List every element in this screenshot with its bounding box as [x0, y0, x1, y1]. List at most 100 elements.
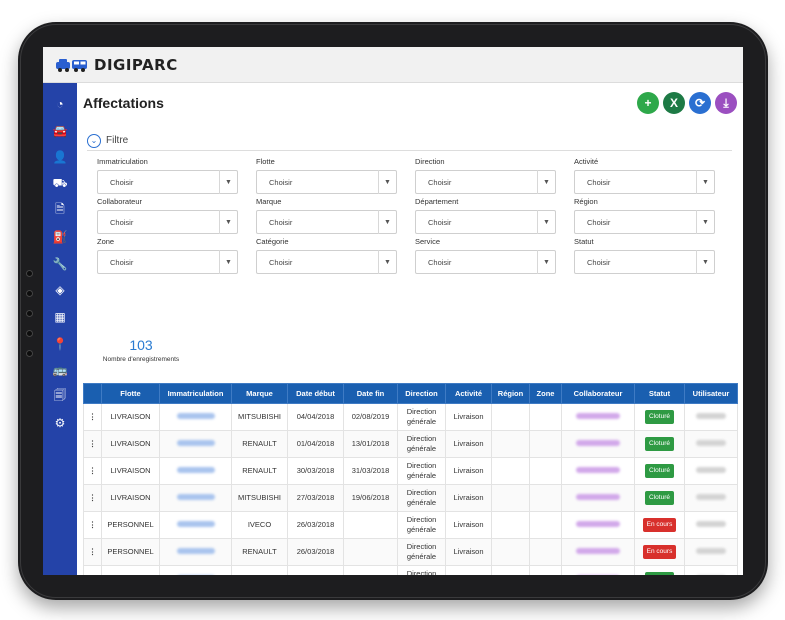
- tablet-frame: DIGIPARC ◔ 🚘 👤 ⛟ 🗎 ⛽ 🔧 ◈ ▦ 📍 🚌 🗐 ⚙ Affectations + X ⟳ ⤓…: [18, 22, 768, 600]
- kebab-menu-icon[interactable]: ⋮: [89, 574, 97, 575]
- table-row[interactable]: ⋮ LIVRAISON RENAULT 01/04/2018 13/01/2018 Dir…: [83, 430, 738, 458]
- sidebar-item-documents[interactable]: 🗐: [43, 384, 77, 411]
- column-header[interactable]: Utilisateur: [684, 383, 738, 404]
- row-menu-cell[interactable]: ⋮: [83, 457, 102, 485]
- cell-direction: Direction générale: [397, 403, 446, 431]
- column-header[interactable]: Collaborateur: [561, 383, 635, 404]
- cell-statut: En cours: [634, 538, 685, 566]
- caret-down-icon: ▼: [219, 170, 237, 194]
- row-menu-cell[interactable]: ⋮: [83, 565, 102, 575]
- cell-activite: Livraison: [445, 430, 492, 458]
- cell-flotte: LIVRAISON: [101, 430, 160, 458]
- cell-collaborateur[interactable]: [561, 484, 635, 512]
- cell-immatriculation[interactable]: [159, 511, 232, 539]
- sidebar-item-vehicle-assign[interactable]: ⛟: [43, 171, 77, 198]
- sidebar-item-car[interactable]: 🚘: [43, 118, 77, 145]
- column-header[interactable]: Date fin: [343, 383, 398, 404]
- table-row[interactable]: ⋮ LIVRAISON MITSUBISHI 27/03/2018 19/06/2018…: [83, 484, 738, 512]
- column-header[interactable]: Date début: [287, 383, 344, 404]
- cell-immatriculation[interactable]: [159, 565, 232, 575]
- cell-collaborateur[interactable]: [561, 430, 635, 458]
- cell-zone: [529, 565, 562, 575]
- sidebar-item-user[interactable]: 👤: [43, 144, 77, 171]
- filter-select-value: Choisir: [110, 217, 134, 227]
- row-menu-cell[interactable]: ⋮: [83, 484, 102, 512]
- cell-collaborateur[interactable]: [561, 538, 635, 566]
- cell-immatriculation[interactable]: [159, 538, 232, 566]
- sidebar-item-layers[interactable]: ◈: [43, 277, 77, 304]
- sidebar-item-bus[interactable]: 🚌: [43, 357, 77, 384]
- cell-utilisateur: [684, 511, 738, 539]
- column-header[interactable]: Zone: [529, 383, 562, 404]
- cell-collaborateur[interactable]: [561, 511, 635, 539]
- sidebar-item-location[interactable]: 📍: [43, 330, 77, 357]
- column-header[interactable]: Direction: [397, 383, 446, 404]
- cell-collaborateur[interactable]: [561, 457, 635, 485]
- table-row[interactable]: ⋮ PERSONNEL RENAULT 26/03/2018 Direction gén…: [83, 538, 738, 566]
- cell-immatriculation[interactable]: [159, 430, 232, 458]
- redacted-collaborator: [576, 548, 620, 554]
- filter-select[interactable]: Choisir ▼: [256, 170, 397, 194]
- filter-field: Flotte Choisir ▼: [256, 157, 397, 194]
- cell-activite: Livraison: [445, 403, 492, 431]
- settings-icon: ⚙: [54, 416, 66, 431]
- sidebar-item-wrench[interactable]: 🔧: [43, 251, 77, 278]
- column-header[interactable]: Région: [491, 383, 530, 404]
- cell-activite: Livraison: [445, 538, 492, 566]
- kebab-menu-icon[interactable]: ⋮: [89, 547, 97, 556]
- kebab-menu-icon[interactable]: ⋮: [89, 439, 97, 448]
- refresh-button[interactable]: ⟳: [689, 92, 711, 114]
- column-header[interactable]: Activité: [445, 383, 492, 404]
- cell-collaborateur[interactable]: [561, 565, 635, 575]
- filter-select[interactable]: Choisir ▼: [256, 250, 397, 274]
- filter-field-label: Direction: [415, 157, 445, 166]
- cell-immatriculation[interactable]: [159, 457, 232, 485]
- add-button[interactable]: +: [637, 92, 659, 114]
- filter-select[interactable]: Choisir ▼: [97, 250, 238, 274]
- cell-immatriculation[interactable]: [159, 484, 232, 512]
- row-menu-cell[interactable]: ⋮: [83, 430, 102, 458]
- column-header[interactable]: Statut: [634, 383, 685, 404]
- table-row[interactable]: ⋮ PERSONNEL RENAULT24/03/201826/03/2018Dir…: [83, 565, 738, 575]
- kebab-menu-icon[interactable]: ⋮: [89, 520, 97, 529]
- sidebar-item-dashboard[interactable]: ◔: [43, 91, 77, 118]
- filter-select[interactable]: Choisir ▼: [574, 210, 715, 234]
- sidebar-item-fuel[interactable]: ⛽: [43, 224, 77, 251]
- cell-collaborateur[interactable]: [561, 403, 635, 431]
- filter-select[interactable]: Choisir ▼: [415, 210, 556, 234]
- kebab-menu-icon[interactable]: ⋮: [89, 493, 97, 502]
- row-menu-cell[interactable]: ⋮: [83, 511, 102, 539]
- kebab-menu-icon[interactable]: ⋮: [89, 466, 97, 475]
- cell-zone: [529, 538, 562, 566]
- redacted-collaborator: [576, 467, 620, 473]
- column-header[interactable]: [83, 383, 102, 404]
- filter-select[interactable]: Choisir ▼: [256, 210, 397, 234]
- kebab-menu-icon[interactable]: ⋮: [89, 412, 97, 421]
- filter-select[interactable]: Choisir ▼: [574, 170, 715, 194]
- filter-select[interactable]: Choisir ▼: [574, 250, 715, 274]
- redacted-collaborator: [576, 521, 620, 527]
- table-row[interactable]: ⋮ LIVRAISON MITSUBISHI 04/04/2018 02/08/2019…: [83, 403, 738, 431]
- refresh-icon: ⟳: [694, 96, 706, 110]
- sidebar-item-settings[interactable]: ⚙: [43, 410, 77, 437]
- filter-toggle[interactable]: ⌄ Filtre: [87, 131, 732, 151]
- sidebar-item-document[interactable]: 🗎: [43, 197, 77, 224]
- sidebar-item-building[interactable]: ▦: [43, 304, 77, 331]
- download-button[interactable]: ⤓: [715, 92, 737, 114]
- column-header[interactable]: Flotte: [101, 383, 160, 404]
- row-menu-cell[interactable]: ⋮: [83, 403, 102, 431]
- column-header[interactable]: Marque: [231, 383, 288, 404]
- table-row[interactable]: ⋮ LIVRAISON RENAULT 30/03/2018 31/03/2018 Dir…: [83, 457, 738, 485]
- column-header[interactable]: Immatriculation: [159, 383, 232, 404]
- assignments-table: Flotte Immatriculation Marque Date début Dat…: [83, 383, 738, 575]
- table-row[interactable]: ⋮ PERSONNEL IVECO 26/03/2018 Direction génér…: [83, 511, 738, 539]
- filter-select[interactable]: Choisir ▼: [97, 170, 238, 194]
- filter-field: Service Choisir ▼: [415, 237, 556, 274]
- cell-immatriculation[interactable]: [159, 403, 232, 431]
- row-menu-cell[interactable]: ⋮: [83, 538, 102, 566]
- top-bar: DIGIPARC: [43, 47, 743, 83]
- filter-select[interactable]: Choisir ▼: [415, 250, 556, 274]
- filter-select[interactable]: Choisir ▼: [415, 170, 556, 194]
- filter-select[interactable]: Choisir ▼: [97, 210, 238, 234]
- excel-export-button[interactable]: X: [663, 92, 685, 114]
